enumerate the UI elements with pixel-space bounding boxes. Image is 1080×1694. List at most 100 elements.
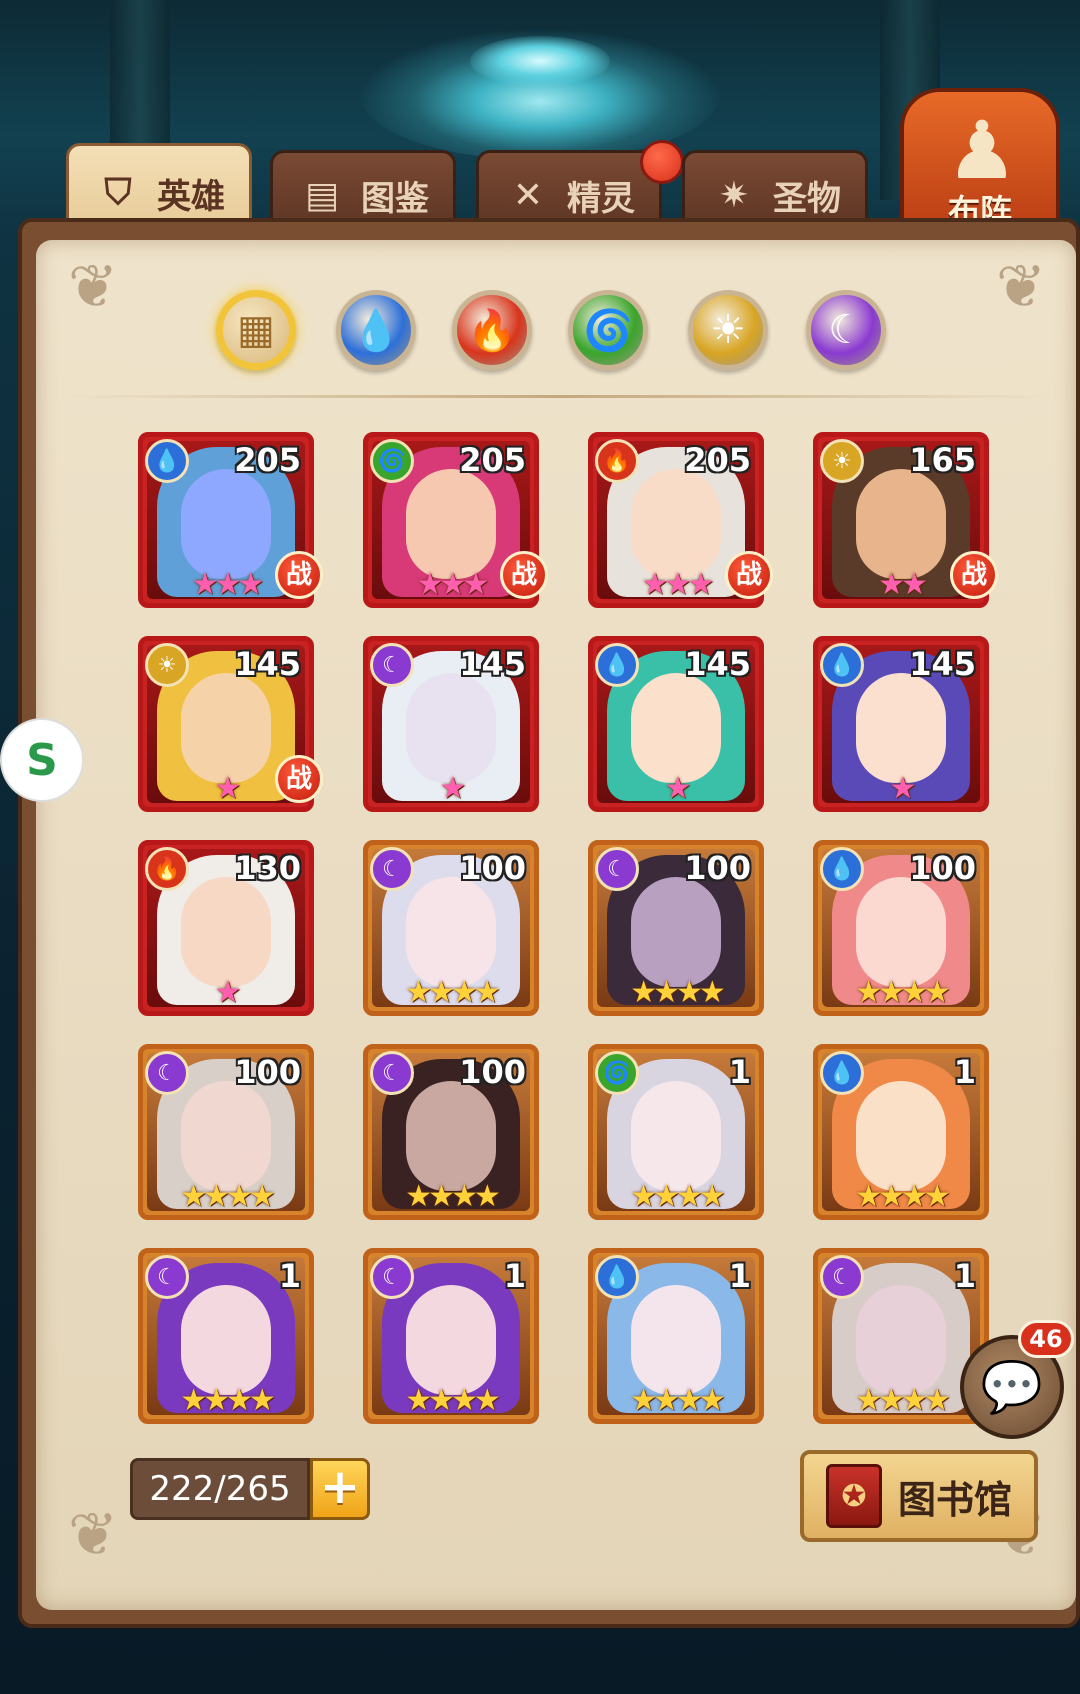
chess-pawn-icon: ♟ bbox=[946, 104, 1018, 197]
sun-icon: ☀ bbox=[710, 307, 746, 353]
hero-face bbox=[181, 877, 271, 987]
hero-card[interactable]: 🔥 130 ★ bbox=[138, 840, 314, 1016]
hero-card[interactable]: ☾ 1 ★★★★ bbox=[138, 1248, 314, 1424]
hero-face bbox=[856, 673, 946, 783]
hero-card[interactable]: 🌀 1 ★★★★ bbox=[588, 1044, 764, 1220]
hero-card[interactable]: 🌀 205 ★★★ 战 bbox=[363, 432, 548, 608]
hero-level: 1 bbox=[728, 1257, 751, 1295]
moon-icon: ☾ bbox=[828, 307, 864, 353]
hero-level: 1 bbox=[953, 1257, 976, 1295]
hero-card[interactable]: 💧 1 ★★★★ bbox=[813, 1044, 989, 1220]
hero-face bbox=[856, 1285, 946, 1395]
spellbook-icon: ✪ bbox=[825, 1464, 882, 1528]
flame-icon: 🔥 bbox=[467, 307, 517, 354]
filter-wind[interactable]: 🌀 bbox=[568, 290, 648, 370]
grid-icon: ▦ bbox=[237, 307, 275, 353]
hero-card[interactable]: 🔥 205 ★★★ 战 bbox=[588, 432, 773, 608]
fire-element-icon: 🔥 bbox=[145, 847, 189, 891]
hero-face bbox=[406, 1081, 496, 1191]
hero-level: 145 bbox=[459, 645, 526, 683]
hero-card[interactable]: ☾ 145 ★ bbox=[363, 636, 539, 812]
hero-level: 1 bbox=[503, 1257, 526, 1295]
hero-face bbox=[631, 673, 721, 783]
filter-fire[interactable]: 🔥 bbox=[452, 290, 532, 370]
dark-element-icon: ☾ bbox=[145, 1051, 189, 1095]
chat-unread-badge: 46 bbox=[1018, 1320, 1074, 1358]
fountain-top bbox=[470, 36, 610, 86]
hero-face bbox=[406, 673, 496, 783]
hero-card[interactable]: 💧 1 ★★★★ bbox=[588, 1248, 764, 1424]
hero-level: 205 bbox=[234, 441, 301, 479]
hero-level: 205 bbox=[684, 441, 751, 479]
hero-card[interactable]: 💧 205 ★★★ 战 bbox=[138, 432, 323, 608]
hero-card[interactable]: ☾ 100 ★★★★ bbox=[363, 840, 539, 1016]
corner-ornament-icon: ❦ bbox=[995, 252, 1047, 322]
hero-card[interactable]: 💧 145 ★ bbox=[813, 636, 989, 812]
wind-element-icon: 🌀 bbox=[370, 439, 414, 483]
in-battle-badge: 战 bbox=[500, 551, 548, 599]
hero-level: 145 bbox=[234, 645, 301, 683]
hero-stars: ★★★★ bbox=[405, 1179, 501, 1214]
corner-ornament-icon: ❦ bbox=[67, 252, 119, 322]
hero-face bbox=[631, 469, 721, 579]
hero-stars: ★★★★ bbox=[180, 1383, 276, 1418]
hero-stars: ★ bbox=[664, 771, 692, 806]
in-battle-badge: 战 bbox=[275, 551, 323, 599]
hero-level: 1 bbox=[278, 1257, 301, 1295]
hero-capacity: 222/265 bbox=[130, 1458, 310, 1520]
hero-card[interactable]: 💧 100 ★★★★ bbox=[813, 840, 989, 1016]
filter-dark[interactable]: ☾ bbox=[806, 290, 886, 370]
hero-face bbox=[856, 469, 946, 579]
water-element-icon: 💧 bbox=[595, 643, 639, 687]
wind-element-icon: 🌀 bbox=[595, 1051, 639, 1095]
corner-ornament-icon: ❦ bbox=[67, 1500, 119, 1570]
hero-face bbox=[631, 1081, 721, 1191]
hero-stars: ★ bbox=[214, 975, 242, 1010]
hero-level: 1 bbox=[953, 1053, 976, 1091]
water-element-icon: 💧 bbox=[820, 643, 864, 687]
hero-level: 145 bbox=[909, 645, 976, 683]
hero-face bbox=[406, 469, 496, 579]
app-logo-icon[interactable]: S bbox=[0, 718, 84, 802]
compass-icon: ✷ bbox=[718, 174, 750, 216]
hero-face bbox=[631, 877, 721, 987]
hero-stars: ★★★★ bbox=[405, 1383, 501, 1418]
water-element-icon: 💧 bbox=[145, 439, 189, 483]
water-drop-icon: 💧 bbox=[351, 307, 401, 354]
hero-card[interactable]: ☾ 100 ★★★★ bbox=[363, 1044, 539, 1220]
fire-element-icon: 🔥 bbox=[595, 439, 639, 483]
dark-element-icon: ☾ bbox=[820, 1255, 864, 1299]
tab-label: 英雄 bbox=[157, 176, 225, 217]
hero-card[interactable]: ☀ 145 ★ 战 bbox=[138, 636, 323, 812]
tab-label: 图鉴 bbox=[361, 178, 429, 219]
hero-level: 100 bbox=[684, 849, 751, 887]
filter-water[interactable]: 💧 bbox=[336, 290, 416, 370]
chat-bubble-icon: 💬 bbox=[980, 1357, 1044, 1416]
hero-level: 100 bbox=[909, 849, 976, 887]
hero-card[interactable]: ☀ 165 ★★ 战 bbox=[813, 432, 998, 608]
hero-face bbox=[406, 1285, 496, 1395]
dark-element-icon: ☾ bbox=[370, 847, 414, 891]
hero-card[interactable]: ☾ 1 ★★★★ bbox=[363, 1248, 539, 1424]
hero-stars: ★★★★ bbox=[855, 1179, 951, 1214]
tab-label: 圣物 bbox=[773, 178, 841, 219]
hero-level: 100 bbox=[459, 1053, 526, 1091]
water-element-icon: 💧 bbox=[820, 1051, 864, 1095]
expand-capacity-button[interactable]: + bbox=[310, 1458, 370, 1520]
dark-element-icon: ☾ bbox=[145, 1255, 189, 1299]
filter-all[interactable]: ▦ bbox=[216, 290, 296, 370]
hero-card[interactable]: ☾ 100 ★★★★ bbox=[138, 1044, 314, 1220]
hero-stars: ★★★★ bbox=[180, 1179, 276, 1214]
hero-face bbox=[856, 1081, 946, 1191]
hero-stars: ★★★★ bbox=[405, 975, 501, 1010]
hero-stars: ★★★★ bbox=[855, 975, 951, 1010]
filter-light[interactable]: ☀ bbox=[688, 290, 768, 370]
water-element-icon: 💧 bbox=[820, 847, 864, 891]
library-label: 图书馆 bbox=[897, 1477, 1012, 1522]
in-battle-badge: 战 bbox=[275, 755, 323, 803]
library-button[interactable]: ✪ 图书馆 bbox=[800, 1450, 1038, 1542]
hero-card[interactable]: ☾ 100 ★★★★ bbox=[588, 840, 764, 1016]
hero-face bbox=[181, 469, 271, 579]
book-icon: ▤ bbox=[304, 174, 339, 216]
hero-card[interactable]: 💧 145 ★ bbox=[588, 636, 764, 812]
